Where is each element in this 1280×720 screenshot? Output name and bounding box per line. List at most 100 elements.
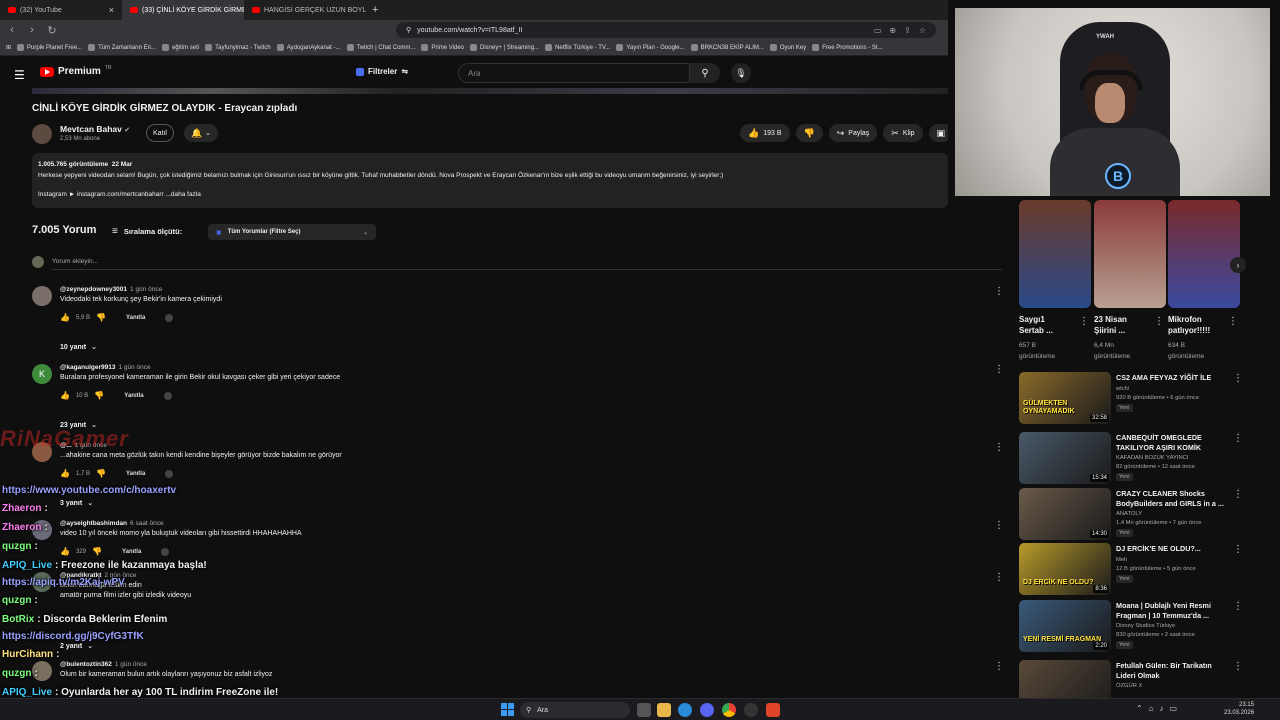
thumbs-down-icon[interactable]: 👎	[92, 547, 102, 556]
thumbs-up-icon[interactable]: 👍	[60, 313, 70, 322]
comment-time[interactable]: 1 gün önce	[118, 364, 150, 371]
reply-button[interactable]: Yanıtla	[126, 315, 145, 321]
more-options-icon[interactable]: ⋮	[994, 442, 1004, 453]
bookmark-item[interactable]: BRKCN38 EKİP ALIM...	[690, 44, 764, 51]
comment-author[interactable]: @ayseightbashimdan	[60, 520, 127, 527]
more-options-icon[interactable]: ⋮	[1233, 373, 1243, 384]
share-icon[interactable]: ⇪	[904, 26, 911, 35]
brave-icon[interactable]	[766, 703, 780, 717]
recommended-channel[interactable]: Meh	[1116, 556, 1127, 565]
recommended-title[interactable]: DJ ERCİK'E NE OLDU?...	[1116, 544, 1228, 554]
more-options-icon[interactable]: ⋮	[1228, 316, 1238, 327]
channel-name-text[interactable]: Mevtcan Bahav	[60, 124, 122, 134]
new-tab-icon[interactable]: +	[366, 4, 384, 16]
bookmark-item[interactable]: Prime Video	[421, 44, 464, 51]
apps-icon[interactable]: ⊞	[6, 44, 11, 51]
back-icon[interactable]: ‹	[6, 24, 18, 36]
short-thumbnail[interactable]	[1019, 200, 1091, 308]
forward-icon[interactable]: ›	[26, 24, 38, 36]
channel-name[interactable]: Mevtcan Bahav ✔	[60, 124, 130, 134]
reply-button[interactable]: Yanıtla	[126, 471, 145, 477]
recommended-video[interactable]: YENİ RESMİ FRAGMAN 2:20 Moana | Dublajlı Y…	[1019, 600, 1249, 656]
clock[interactable]: 23:15 23.03.2026	[1224, 701, 1254, 717]
more-options-icon[interactable]: ⋮	[1233, 544, 1243, 555]
chrome-icon[interactable]	[722, 703, 736, 717]
more-options-icon[interactable]: ⋮	[994, 286, 1004, 297]
comment-author[interactable]: @kaganulger9913	[60, 364, 115, 371]
zoom-icon[interactable]: ⊕	[889, 26, 896, 35]
network-icon[interactable]: ⌂	[1149, 704, 1154, 713]
comment-avatar[interactable]: K	[32, 364, 52, 384]
comment-filter-select[interactable]: ▣ Tüm Yorumlar (Filtre Seç) ⌄	[208, 224, 376, 240]
menu-icon[interactable]: ☰	[14, 68, 25, 82]
comment-avatar[interactable]	[32, 286, 52, 306]
comment-author[interactable]: @bulentoztin362	[60, 661, 112, 668]
recommended-video[interactable]: DJ ERCİK NE OLDU? 8:36 DJ ERCİK'E NE OLDU?…	[1019, 543, 1249, 599]
bookmark-item[interactable]: Free Promotions - St...	[812, 44, 883, 51]
show-replies-button[interactable]: 3 yanıt ⌄	[60, 499, 93, 508]
comment-time[interactable]: 1 gün önce	[130, 286, 162, 293]
recommended-channel[interactable]: ÖZGÜR X	[1116, 682, 1142, 691]
short-title[interactable]: 23 Nisan Şiirini ...	[1094, 314, 1127, 336]
video-thumbnail[interactable]: 14:30	[1019, 488, 1111, 540]
browser-tab[interactable]: HANGİSİ GERÇEK UZUN BOYLU? (ft.×	[244, 0, 366, 20]
more-options-icon[interactable]: ⋮	[1233, 601, 1243, 612]
recommended-channel[interactable]: wtcN	[1116, 385, 1129, 394]
more-options-icon[interactable]: ⋮	[1079, 316, 1089, 327]
join-button[interactable]: Katıl	[146, 124, 174, 142]
comment-time[interactable]: 1 gün önce	[115, 661, 147, 668]
bookmark-item[interactable]: Twitch | Chat Comm...	[346, 44, 415, 51]
more-options-icon[interactable]: ⋮	[994, 520, 1004, 531]
show-replies-button[interactable]: 10 yanıt ⌄	[60, 343, 97, 352]
thumbs-up-icon[interactable]: 👍	[60, 391, 70, 400]
shorts-next-button[interactable]: ›	[1230, 257, 1246, 273]
recommended-title[interactable]: CANBEQUİT OMEGLEDE TAKILIYOR AŞIRI KOMİK	[1116, 433, 1228, 453]
dislike-button[interactable]: 👎	[795, 124, 823, 142]
volume-icon[interactable]: ♪	[1160, 704, 1164, 713]
youtube-premium-logo[interactable]: Premium TR	[40, 65, 111, 77]
edge-icon[interactable]	[678, 703, 692, 717]
thumbs-down-icon[interactable]: 👎	[94, 391, 104, 400]
obs-icon[interactable]	[744, 703, 758, 717]
bookmark-item[interactable]: Netflix Türkiye - TV...	[545, 44, 610, 51]
task-view-icon[interactable]	[637, 703, 651, 717]
bookmark-item[interactable]: AydoganAykanat -...	[276, 44, 341, 51]
recommended-channel[interactable]: KAFADAN BOZUK YAYINCI	[1116, 454, 1188, 463]
search-button[interactable]: ⚲	[690, 63, 720, 83]
video-thumbnail[interactable]: GÜLMEKTEN OYNAYAMADIK 32:58	[1019, 372, 1111, 424]
file-explorer-icon[interactable]	[657, 703, 671, 717]
channel-avatar[interactable]	[32, 124, 52, 144]
short-title[interactable]: Saygı1 Sertab ...	[1019, 314, 1053, 336]
recommended-video[interactable]: 14:30 CRAZY CLEANER Shocks BodyBuilders a…	[1019, 488, 1249, 544]
battery-icon[interactable]: ▭	[1170, 704, 1178, 713]
translate-icon[interactable]: ▭	[874, 26, 882, 35]
chat-link[interactable]: https://www.youtube.com/c/hoaxertv	[2, 485, 176, 496]
bookmark-item[interactable]: Tüm Zamanların En...	[88, 44, 156, 51]
bookmark-item[interactable]: eğitim seti	[162, 44, 199, 51]
bookmark-item[interactable]: Yayın Plan - Google...	[616, 44, 685, 51]
more-options-icon[interactable]: ⋮	[1233, 661, 1243, 672]
video-thumbnail[interactable]: YENİ RESMİ FRAGMAN 2:20	[1019, 600, 1111, 652]
video-player-bottom[interactable]	[32, 88, 948, 94]
recommended-title[interactable]: CS2 AMA FEYYAZ YİĞİT İLE	[1116, 373, 1228, 383]
show-replies-button[interactable]: 2 yanıt ⌄	[60, 642, 93, 651]
sort-button[interactable]: ≡ Sıralama ölçütü:	[112, 226, 182, 237]
bookmark-item[interactable]: Disney+ | Streaming...	[470, 44, 539, 51]
thumbs-down-icon[interactable]: 👎	[96, 313, 106, 322]
recommended-channel[interactable]: ANATOLY	[1116, 510, 1142, 519]
chat-link[interactable]: https://discord.gg/j9CyfG3TfK	[2, 631, 144, 642]
bookmark-item[interactable]: Purple Planet Free...	[17, 44, 82, 51]
video-thumbnail[interactable]: 15:34	[1019, 432, 1111, 484]
description-instagram[interactable]: Instagram ► instagram.com/mertcanbaharr …	[38, 189, 942, 200]
thumbs-down-icon[interactable]: 👎	[96, 469, 106, 478]
close-tab-icon[interactable]: ×	[109, 5, 114, 15]
recommended-title[interactable]: CRAZY CLEANER Shocks BodyBuilders and GI…	[1116, 489, 1228, 509]
comment-author[interactable]: @zeynepdowney3001	[60, 286, 127, 293]
more-options-icon[interactable]: ⋮	[1233, 489, 1243, 500]
subscribed-bell-button[interactable]: 🔔 ⌄	[184, 124, 218, 142]
comment-time[interactable]: 6 saat önce	[130, 520, 164, 527]
more-options-icon[interactable]: ⋮	[994, 364, 1004, 375]
site-info-icon[interactable]: ⚲	[406, 26, 411, 34]
clip-button[interactable]: ✂ Klip	[883, 124, 923, 142]
more-options-icon[interactable]: ⋮	[1154, 316, 1164, 327]
